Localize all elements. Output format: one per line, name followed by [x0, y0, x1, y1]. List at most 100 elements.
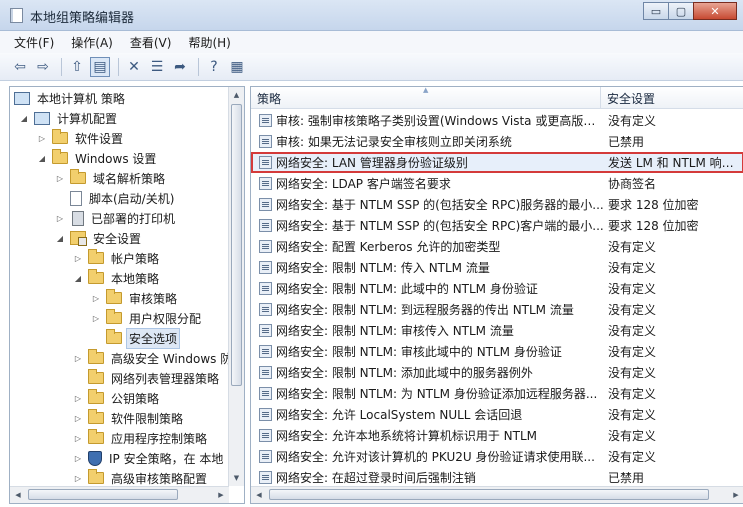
table-row[interactable]: 网络安全: 限制 NTLM: 传入 NTLM 流量 没有定义	[251, 257, 743, 278]
policy-name: 网络安全: 限制 NTLM: 到远程服务器的传出 NTLM 流量	[276, 303, 574, 317]
show-hide-tree-icon[interactable]: ▤	[90, 56, 110, 77]
window-controls: ▭ ▢ ✕	[643, 2, 737, 20]
maximize-button[interactable]: ▢	[668, 2, 694, 20]
collapse-toggle-icon[interactable]: ◢	[18, 112, 30, 124]
table-row[interactable]: 网络安全: 限制 NTLM: 审核此域中的 NTLM 身份验证 没有定义	[251, 341, 743, 362]
scroll-thumb[interactable]	[231, 104, 242, 386]
policy-list[interactable]: 策略 ▲ 安全设置 审核: 强制审核策略子类别设置(Windows Vista …	[250, 86, 743, 504]
tree-item-label: 应用程序控制策略	[111, 431, 208, 446]
policy-name: 网络安全: 限制 NTLM: 为 NTLM 身份验证添加远程服务器...	[276, 387, 598, 401]
close-button[interactable]: ✕	[693, 2, 737, 20]
table-row[interactable]: 网络安全: 限制 NTLM: 为 NTLM 身份验证添加远程服务器... 没有定…	[251, 383, 743, 404]
menu-action[interactable]: 操作(A)	[71, 34, 113, 51]
column-header-setting[interactable]: 安全设置	[601, 87, 743, 109]
table-row[interactable]: 审核: 强制审核策略子类别设置(Windows Vista 或更高版本... 没…	[251, 110, 743, 131]
expand-toggle-icon[interactable]: ▷	[54, 212, 66, 224]
table-row[interactable]: 网络安全: 配置 Kerberos 允许的加密类型 没有定义	[251, 236, 743, 257]
help-icon[interactable]: ?	[204, 57, 224, 77]
tree-item-software-restriction[interactable]: ▷ 软件限制策略	[72, 408, 185, 428]
properties-icon[interactable]: ☰	[147, 57, 167, 77]
menu-view[interactable]: 查看(V)	[130, 34, 172, 51]
tree-item-label: 网络列表管理器策略	[111, 371, 220, 386]
tree-item-scripts[interactable]: 脚本(启动/关机)	[54, 188, 176, 208]
table-row[interactable]: 审核: 如果无法记录安全审核则立即关闭系统 已禁用	[251, 131, 743, 152]
tree-item-audit-policy[interactable]: ▷ 审核策略	[90, 288, 179, 308]
folder-icon	[88, 469, 104, 484]
menu-file[interactable]: 文件(F)	[14, 34, 54, 51]
security-setting-value: 没有定义	[608, 450, 657, 464]
tree-item-security-settings[interactable]: ◢ 安全设置	[54, 228, 143, 248]
tree-item-public-key-policies[interactable]: ▷ 公钥策略	[72, 388, 161, 408]
table-row[interactable]: 网络安全: LDAP 客户端签名要求 协商签名	[251, 173, 743, 194]
scroll-left-icon[interactable]: ◀	[251, 487, 267, 503]
list-horizontal-scrollbar[interactable]: ◀ ▶	[251, 486, 743, 503]
tree-item-computer-config[interactable]: ◢ 计算机配置	[18, 108, 119, 128]
folder-icon	[106, 289, 122, 304]
scroll-thumb[interactable]	[28, 489, 178, 500]
tree-item-advanced-firewall[interactable]: ▷ 高级安全 Windows 防	[72, 348, 234, 368]
table-row[interactable]: 网络安全: 允许本地系统将计算机标识用于 NTLM 没有定义	[251, 425, 743, 446]
collapse-toggle-icon[interactable]: ◢	[36, 152, 48, 164]
view-icon[interactable]: ▦	[227, 57, 247, 77]
table-row[interactable]: 网络安全: 在超过登录时间后强制注销 已禁用	[251, 467, 743, 488]
tree-vertical-scrollbar[interactable]: ▲ ▼	[228, 87, 244, 486]
expand-toggle-icon[interactable]: ▷	[72, 252, 84, 264]
collapse-toggle-icon[interactable]: ◢	[54, 232, 66, 244]
tree-item-security-options[interactable]: 安全选项	[90, 327, 181, 349]
column-header-policy[interactable]: 策略 ▲	[251, 87, 601, 109]
tree-item-label: 域名解析策略	[93, 171, 166, 186]
scroll-down-icon[interactable]: ▼	[229, 470, 244, 486]
table-row[interactable]: 网络安全: 限制 NTLM: 添加此域中的服务器例外 没有定义	[251, 362, 743, 383]
table-row[interactable]: 网络安全: 限制 NTLM: 审核传入 NTLM 流量 没有定义	[251, 320, 743, 341]
scroll-right-icon[interactable]: ▶	[728, 487, 743, 503]
table-row[interactable]: 网络安全: 允许 LocalSystem NULL 会话回退 没有定义	[251, 404, 743, 425]
tree-item-label: 安全设置	[93, 231, 142, 246]
tree-item-software-settings[interactable]: ▷ 软件设置	[36, 128, 125, 148]
scroll-up-icon[interactable]: ▲	[229, 87, 244, 103]
table-row[interactable]: 网络安全: 限制 NTLM: 到远程服务器的传出 NTLM 流量 没有定义	[251, 299, 743, 320]
console-tree[interactable]: 本地计算机 策略 ◢ 计算机配置 ▷ 软件设置 ◢ Windows 设置 ▷ 域…	[9, 86, 245, 504]
forward-arrow-icon[interactable]: ⇨	[33, 57, 53, 77]
expand-toggle-icon[interactable]: ▷	[72, 472, 84, 484]
back-arrow-icon[interactable]: ⇦	[10, 57, 30, 77]
minimize-button[interactable]: ▭	[643, 2, 669, 20]
scroll-thumb[interactable]	[269, 489, 709, 500]
collapse-toggle-icon[interactable]: ◢	[72, 272, 84, 284]
tree-item-user-rights[interactable]: ▷ 用户权限分配	[90, 308, 203, 328]
policy-icon	[259, 261, 272, 274]
tree-item-ip-security[interactable]: ▷ IP 安全策略，在 本地	[72, 448, 225, 468]
policy-icon	[259, 429, 272, 442]
expand-toggle-icon[interactable]: ▷	[72, 392, 84, 404]
table-row[interactable]: 网络安全: 限制 NTLM: 此域中的 NTLM 身份验证 没有定义	[251, 278, 743, 299]
table-row[interactable]: 网络安全: 基于 NTLM SSP 的(包括安全 RPC)服务器的最小... 要…	[251, 194, 743, 215]
expand-toggle-icon[interactable]: ▷	[72, 352, 84, 364]
security-setting-value: 没有定义	[608, 345, 657, 359]
tree-item-windows-settings[interactable]: ◢ Windows 设置	[36, 148, 158, 168]
tree-item-local-policies[interactable]: ◢ 本地策略	[72, 268, 161, 288]
tree-item-name-resolution-policy[interactable]: ▷ 域名解析策略	[54, 168, 167, 188]
expand-toggle-icon[interactable]: ▷	[72, 452, 84, 464]
expand-toggle-icon[interactable]: ▷	[54, 172, 66, 184]
tree-item-deployed-printers[interactable]: ▷ 已部署的打印机	[54, 208, 177, 228]
delete-icon[interactable]: ✕	[124, 57, 144, 77]
security-setting-value: 没有定义	[608, 261, 657, 275]
scroll-right-icon[interactable]: ▶	[213, 487, 229, 503]
expand-toggle-icon[interactable]: ▷	[72, 432, 84, 444]
tree-item-network-list-manager[interactable]: 网络列表管理器策略	[72, 368, 221, 388]
expand-toggle-icon[interactable]: ▷	[72, 412, 84, 424]
up-folder-icon[interactable]: ⇧	[67, 57, 87, 77]
table-row-highlighted[interactable]: 网络安全: LAN 管理器身份验证级别 发送 LM 和 NTLM 响应...	[251, 152, 743, 173]
tree-item-app-control[interactable]: ▷ 应用程序控制策略	[72, 428, 209, 448]
table-row[interactable]: 网络安全: 允许对该计算机的 PKU2U 身份验证请求使用联... 没有定义	[251, 446, 743, 467]
tree-horizontal-scrollbar[interactable]: ◀ ▶	[10, 486, 229, 503]
expand-toggle-icon[interactable]: ▷	[36, 132, 48, 144]
tree-item-local-computer-policy[interactable]: 本地计算机 策略	[14, 88, 127, 108]
tree-item-account-policies[interactable]: ▷ 帐户策略	[72, 248, 161, 268]
expand-toggle-icon[interactable]: ▷	[90, 312, 102, 324]
menu-help[interactable]: 帮助(H)	[188, 34, 230, 51]
export-list-icon[interactable]: ➦	[170, 57, 190, 77]
tree-item-advanced-audit[interactable]: ▷ 高级审核策略配置	[72, 468, 209, 488]
scroll-left-icon[interactable]: ◀	[10, 487, 26, 503]
expand-toggle-icon[interactable]: ▷	[90, 292, 102, 304]
table-row[interactable]: 网络安全: 基于 NTLM SSP 的(包括安全 RPC)客户端的最小... 要…	[251, 215, 743, 236]
